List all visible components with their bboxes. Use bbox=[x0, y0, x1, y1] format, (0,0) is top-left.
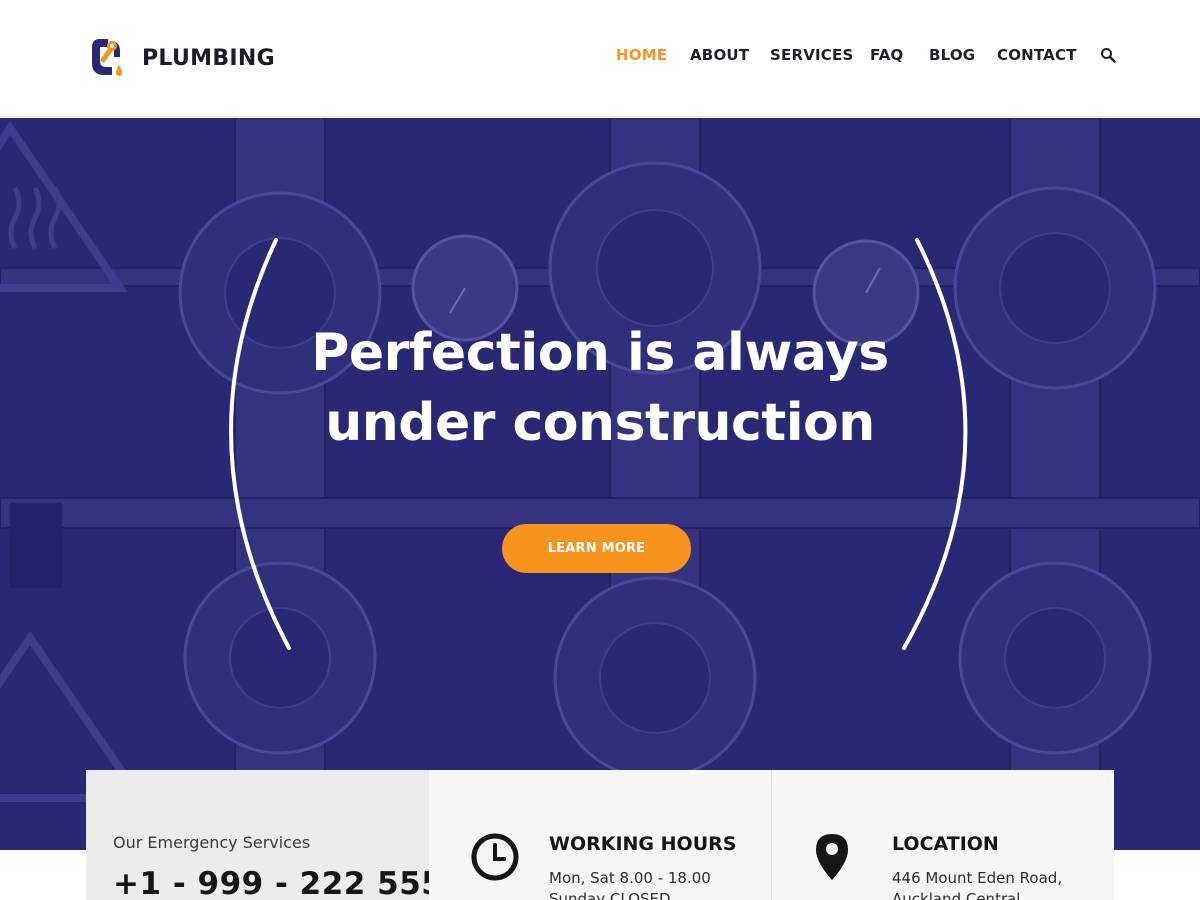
nav-about[interactable]: ABOUT bbox=[690, 46, 749, 64]
search-icon[interactable] bbox=[1100, 47, 1116, 63]
hero-title-line-1: Perfection is always bbox=[311, 323, 889, 383]
hero-section: Perfection is always under construction … bbox=[0, 118, 1200, 850]
emergency-phone[interactable]: +1 - 999 - 222 555 bbox=[113, 866, 429, 900]
location-card: LOCATION 446 Mount Eden Road, Auckland C… bbox=[771, 770, 1114, 900]
location-line-1: 446 Mount Eden Road, bbox=[892, 869, 1063, 887]
nav-contact[interactable]: CONTACT bbox=[997, 46, 1077, 64]
location-line-2: Auckland Central bbox=[892, 890, 1021, 900]
learn-more-button[interactable]: LEARN MORE bbox=[502, 524, 691, 573]
location-title: LOCATION bbox=[892, 833, 999, 855]
nav-home[interactable]: HOME bbox=[616, 46, 667, 64]
hero-title-line-2: under construction bbox=[325, 393, 875, 453]
working-hours-line-1: Mon, Sat 8.00 - 18.00 bbox=[549, 869, 711, 887]
hero-title: Perfection is always under construction bbox=[200, 318, 1000, 458]
nav-services[interactable]: SERVICES bbox=[770, 46, 853, 64]
nav-blog[interactable]: BLOG bbox=[929, 46, 975, 64]
main-nav: HOME ABOUT SERVICES FAQ BLOG CONTACT bbox=[0, 46, 1200, 70]
nav-faq[interactable]: FAQ bbox=[870, 46, 904, 64]
emergency-label: Our Emergency Services bbox=[113, 833, 311, 852]
working-hours-line-2: Sunday CLOSED bbox=[549, 890, 671, 900]
working-hours-title: WORKING HOURS bbox=[549, 833, 737, 855]
emergency-card: Our Emergency Services +1 - 999 - 222 55… bbox=[86, 770, 429, 900]
info-cards: Our Emergency Services +1 - 999 - 222 55… bbox=[86, 770, 1114, 900]
working-hours-card: WORKING HOURS Mon, Sat 8.00 - 18.00 Sund… bbox=[429, 770, 771, 900]
site-header: PLUMBING HOME ABOUT SERVICES FAQ BLOG CO… bbox=[0, 0, 1200, 117]
clock-icon bbox=[471, 833, 519, 881]
hero-background-pipes-image bbox=[0, 118, 1200, 850]
map-pin-icon bbox=[816, 834, 848, 880]
